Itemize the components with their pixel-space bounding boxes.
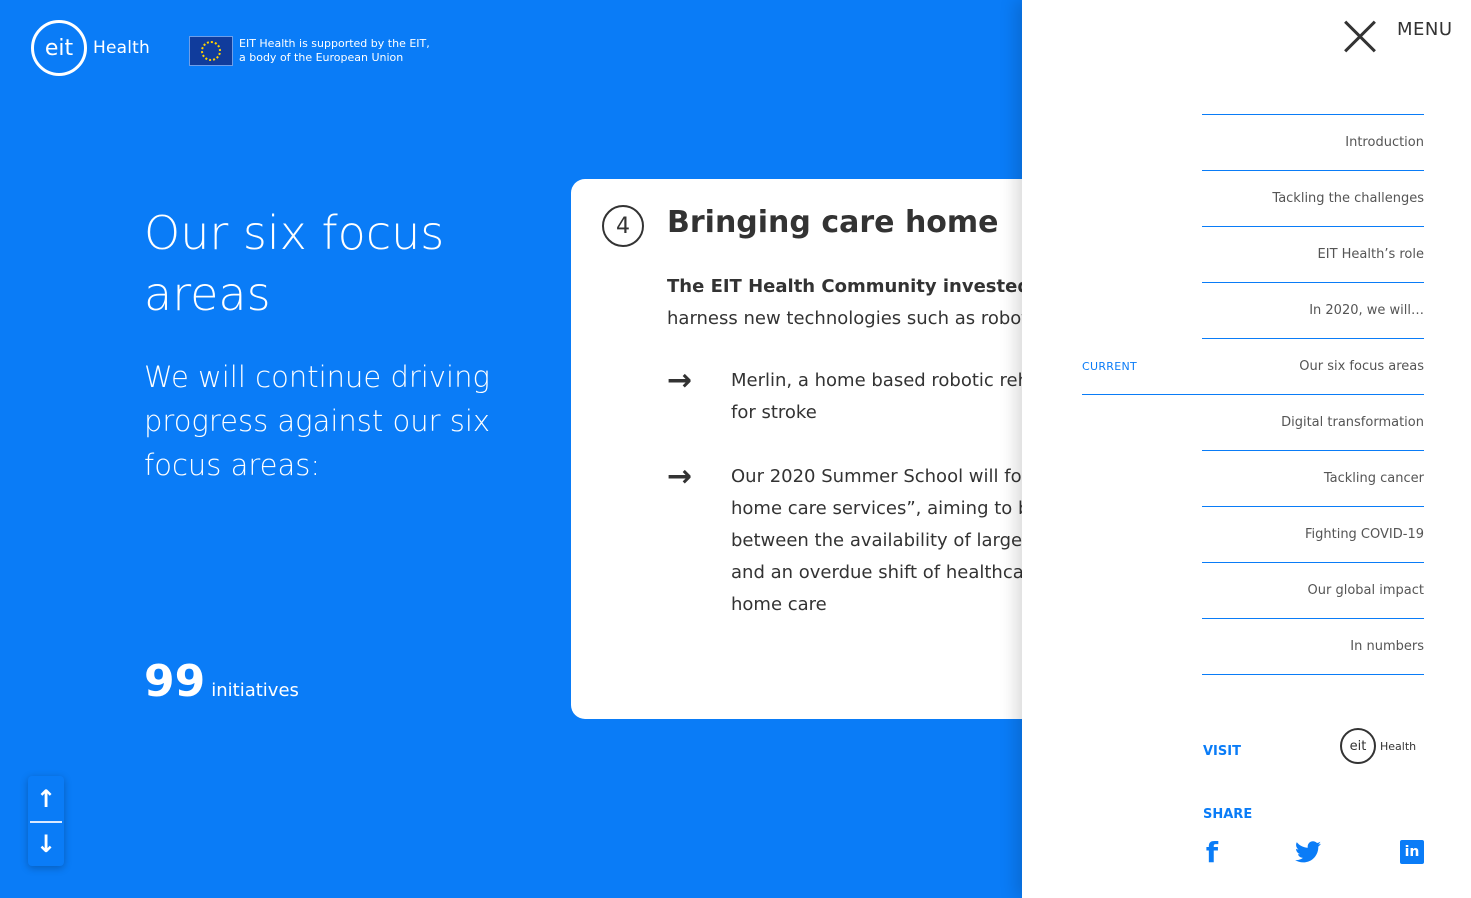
- current-indicator: CURRENT: [1082, 360, 1138, 373]
- eu-support-text: EIT Health is supported by the EIT, a bo…: [239, 37, 430, 64]
- facebook-icon[interactable]: f: [1203, 836, 1221, 869]
- main-section: eit Health EIT Health is supported by th…: [0, 0, 1022, 898]
- list-item: → Merlin, a home based robotic rehab for…: [667, 365, 1022, 429]
- arrow-down-icon[interactable]: ↓: [28, 821, 64, 866]
- section-navigation: ↑ ↓: [28, 776, 64, 866]
- menu-item-six-focus-areas[interactable]: CURRENT Our six focus areas: [1082, 339, 1424, 395]
- page-subtitle: We will continue driving progress agains…: [144, 360, 491, 482]
- share-label: SHARE: [1203, 807, 1253, 822]
- card-title: Bringing care home: [667, 205, 999, 240]
- menu-label[interactable]: MENU: [1397, 19, 1453, 40]
- nav-divider: [30, 821, 62, 823]
- menu-panel: MENU Introduction Tackling the challenge…: [1022, 0, 1471, 898]
- card-number-badge: 4: [602, 205, 644, 247]
- stat-label: initiatives: [211, 680, 299, 701]
- arrow-right-icon: →: [667, 363, 693, 398]
- eu-flag-icon: [189, 36, 233, 66]
- logo-wordmark: Health: [93, 38, 151, 58]
- menu-item-fighting-covid[interactable]: Fighting COVID-19: [1202, 507, 1424, 563]
- stat-number: 99: [144, 656, 206, 707]
- visit-logo-word: Health: [1380, 739, 1417, 753]
- menu-item-in-2020[interactable]: In 2020, we will…: [1202, 283, 1424, 339]
- bullet-text: Our 2020 Summer School will focu home ca…: [731, 466, 1022, 615]
- menu-list: Introduction Tackling the challenges EIT…: [1082, 114, 1424, 675]
- card-lead-text: harness new technologies such as robotic…: [667, 308, 1022, 329]
- eit-logo-mark: eit: [1340, 728, 1376, 764]
- arrow-right-icon: →: [667, 459, 693, 494]
- menu-item-digital-transformation[interactable]: Digital transformation: [1202, 395, 1424, 451]
- menu-item-introduction[interactable]: Introduction: [1202, 115, 1424, 171]
- close-icon[interactable]: [1343, 20, 1377, 54]
- arrow-up-icon[interactable]: ↑: [28, 776, 64, 821]
- menu-item-label: Our six focus areas: [1299, 359, 1424, 374]
- linkedin-icon[interactable]: in: [1400, 840, 1424, 864]
- list-item: → Our 2020 Summer School will focu home …: [667, 461, 1022, 621]
- page-title: Our six focus areas: [144, 206, 445, 321]
- menu-item-tackling-cancer[interactable]: Tackling cancer: [1202, 451, 1424, 507]
- bullet-text: Merlin, a home based robotic rehab for s…: [731, 370, 1022, 423]
- twitter-icon[interactable]: [1294, 838, 1322, 866]
- menu-item-global-impact[interactable]: Our global impact: [1202, 563, 1424, 619]
- menu-item-in-numbers[interactable]: In numbers: [1202, 619, 1424, 675]
- visit-eit-health-link[interactable]: eit Health: [1340, 728, 1416, 764]
- menu-item-tackling-challenges[interactable]: Tackling the challenges: [1202, 171, 1424, 227]
- card-lead: The EIT Health Community invested €6 m h…: [667, 271, 1022, 335]
- initiatives-stat: 99 initiatives: [144, 656, 299, 708]
- focus-area-card: 4 Bringing care home The EIT Health Comm…: [571, 179, 1022, 719]
- visit-label: VISIT: [1203, 744, 1241, 759]
- menu-item-eit-health-role[interactable]: EIT Health’s role: [1202, 227, 1424, 283]
- eit-health-logo[interactable]: eit Health: [31, 20, 150, 76]
- eit-logo-mark: eit: [31, 20, 87, 76]
- eu-support-badge: EIT Health is supported by the EIT, a bo…: [189, 36, 430, 66]
- card-lead-bold: The EIT Health Community invested €6 m: [667, 276, 1022, 297]
